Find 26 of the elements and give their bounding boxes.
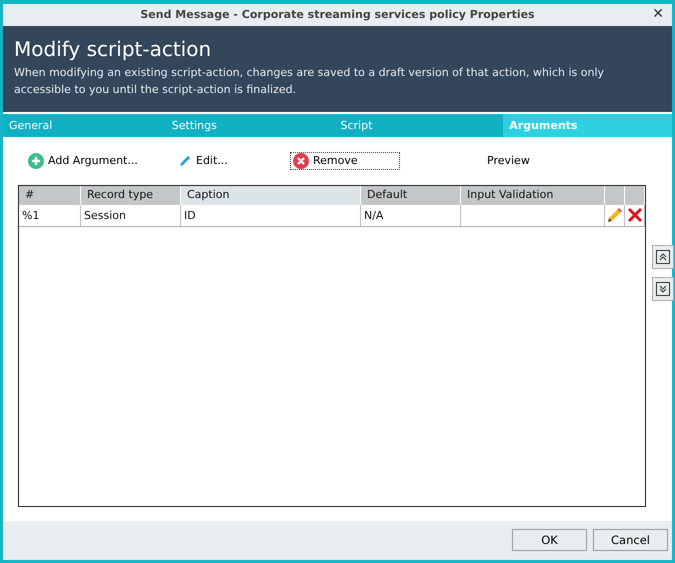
remove-button[interactable]: Remove <box>290 152 400 170</box>
column-header[interactable]: Input Validation <box>461 186 605 205</box>
table-cell: ID <box>181 204 361 226</box>
move-down-button[interactable] <box>652 276 674 301</box>
move-up-button[interactable] <box>652 244 674 269</box>
header-title: Modify script-action <box>14 36 212 62</box>
dialog-button[interactable]: Cancel <box>593 529 668 552</box>
column-header[interactable]: Caption <box>181 186 361 205</box>
preview-button[interactable]: Preview <box>484 152 533 170</box>
plus-icon <box>28 152 44 169</box>
pencil-icon <box>178 154 192 168</box>
column-header[interactable]: # <box>19 186 81 205</box>
table-cell: %1 <box>19 204 81 226</box>
column-header[interactable]: Default <box>361 186 461 205</box>
column-header <box>625 186 645 205</box>
table-cell: N/A <box>361 204 461 226</box>
table-cell: Session <box>81 204 181 226</box>
dialog-button[interactable]: OK <box>512 529 587 552</box>
column-header[interactable]: Record type <box>81 186 181 205</box>
column-header <box>605 186 625 205</box>
close-button[interactable]: ✕ <box>650 6 666 22</box>
header-description: When modifying an existing script-action, changes are saved to a draft version of that action, which is only accessible to you until the script-action is finalized. <box>14 64 606 98</box>
remove-icon <box>293 152 309 169</box>
window-title: Send Message - Corporate streaming services policy Properties <box>140 8 535 22</box>
add-button[interactable]: Add Argument... <box>25 152 175 170</box>
edit-button[interactable]: Edit... <box>175 152 290 170</box>
